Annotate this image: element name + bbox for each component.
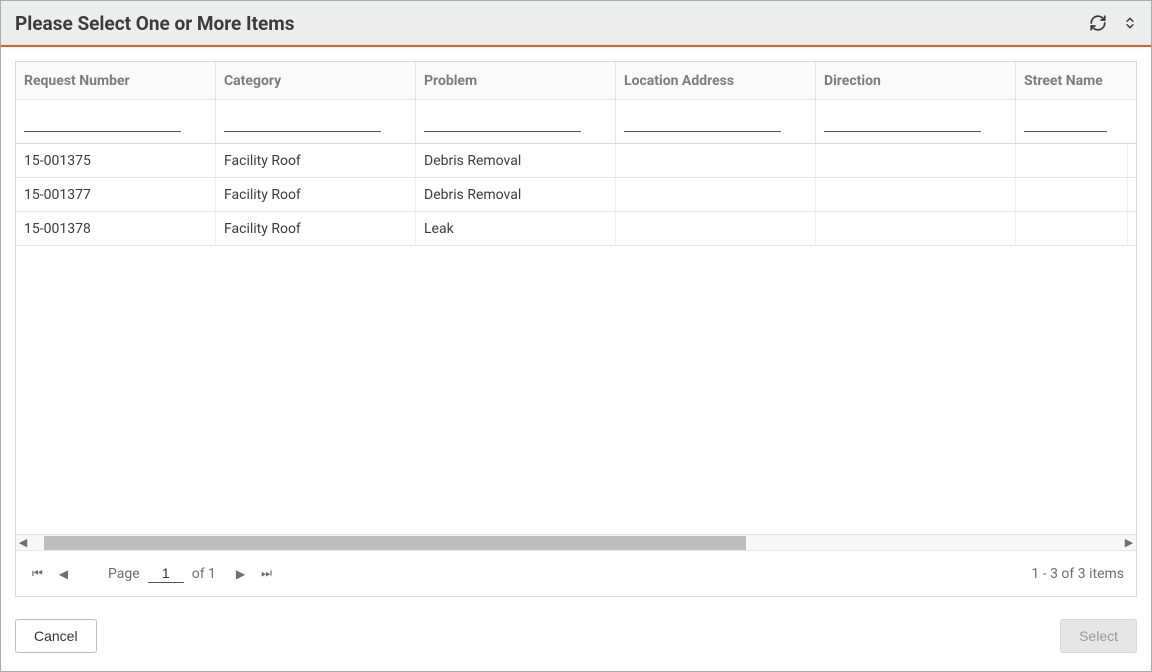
title-actions (1089, 14, 1137, 32)
results-grid: Request Number Category Problem Location… (15, 61, 1137, 597)
cell-problem: Debris Removal (416, 178, 616, 211)
filter-problem[interactable] (424, 111, 581, 132)
cell-category: Facility Roof (216, 212, 416, 245)
grid-header-row: Request Number Category Problem Location… (16, 62, 1136, 100)
refresh-icon[interactable] (1089, 14, 1107, 32)
pager: ⏮ ◀ Page of 1 ▶ ⏭ 1 - 3 of 3 items (16, 550, 1136, 596)
cell-problem: Debris Removal (416, 144, 616, 177)
horizontal-scrollbar[interactable]: ◀ ▶ (16, 534, 1136, 550)
titlebar: Please Select One or More Items (1, 1, 1151, 47)
cell-category: Facility Roof (216, 144, 416, 177)
cell-direction (816, 212, 1016, 245)
cell-request-number: 15-001377 (16, 178, 216, 211)
cell-category: Facility Roof (216, 178, 416, 211)
scroll-right-icon[interactable]: ▶ (1122, 536, 1136, 549)
table-row[interactable]: 15-001375 Facility Roof Debris Removal (16, 144, 1136, 178)
pager-range: 1 - 3 of 3 items (1031, 566, 1124, 582)
page-label: Page (108, 566, 140, 582)
table-row[interactable]: 15-001378 Facility Roof Leak (16, 212, 1136, 246)
cell-street-name (1016, 178, 1128, 211)
cell-location-address (616, 212, 816, 245)
select-items-dialog: Please Select One or More Items Request … (0, 0, 1152, 672)
select-button[interactable]: Select (1060, 619, 1137, 653)
col-header-location-address[interactable]: Location Address (616, 62, 816, 99)
expand-collapse-icon[interactable] (1123, 14, 1137, 32)
filter-street-name[interactable] (1024, 111, 1107, 132)
next-page-icon[interactable]: ▶ (232, 565, 249, 583)
col-header-problem[interactable]: Problem (416, 62, 616, 99)
cell-direction (816, 144, 1016, 177)
cell-request-number: 15-001378 (16, 212, 216, 245)
cell-request-number: 15-001375 (16, 144, 216, 177)
col-header-request-number[interactable]: Request Number (16, 62, 216, 99)
page-input[interactable] (148, 564, 184, 583)
first-page-icon[interactable]: ⏮ (28, 564, 47, 583)
page-of-label: of 1 (192, 566, 216, 582)
grid-body[interactable]: 15-001375 Facility Roof Debris Removal 1… (16, 144, 1136, 534)
cell-direction (816, 178, 1016, 211)
cancel-button[interactable]: Cancel (15, 619, 97, 653)
table-row[interactable]: 15-001377 Facility Roof Debris Removal (16, 178, 1136, 212)
scroll-left-icon[interactable]: ◀ (16, 536, 30, 549)
prev-page-icon[interactable]: ◀ (55, 565, 72, 583)
cell-location-address (616, 178, 816, 211)
cell-problem: Leak (416, 212, 616, 245)
scrollbar-track[interactable] (44, 536, 1108, 550)
cell-street-name (1016, 212, 1128, 245)
cell-street-name (1016, 144, 1128, 177)
scrollbar-thumb[interactable] (44, 536, 746, 550)
grid-filter-row (16, 100, 1136, 144)
filter-category[interactable] (224, 111, 381, 132)
dialog-title: Please Select One or More Items (15, 12, 294, 35)
dialog-footer: Cancel Select (1, 611, 1151, 671)
last-page-icon[interactable]: ⏭ (257, 564, 276, 583)
dialog-body: Request Number Category Problem Location… (1, 47, 1151, 611)
filter-request-number[interactable] (24, 111, 181, 132)
filter-location-address[interactable] (624, 111, 781, 132)
cell-location-address (616, 144, 816, 177)
filter-direction[interactable] (824, 111, 981, 132)
col-header-category[interactable]: Category (216, 62, 416, 99)
col-header-street-name[interactable]: Street Name (1016, 62, 1128, 99)
col-header-direction[interactable]: Direction (816, 62, 1016, 99)
